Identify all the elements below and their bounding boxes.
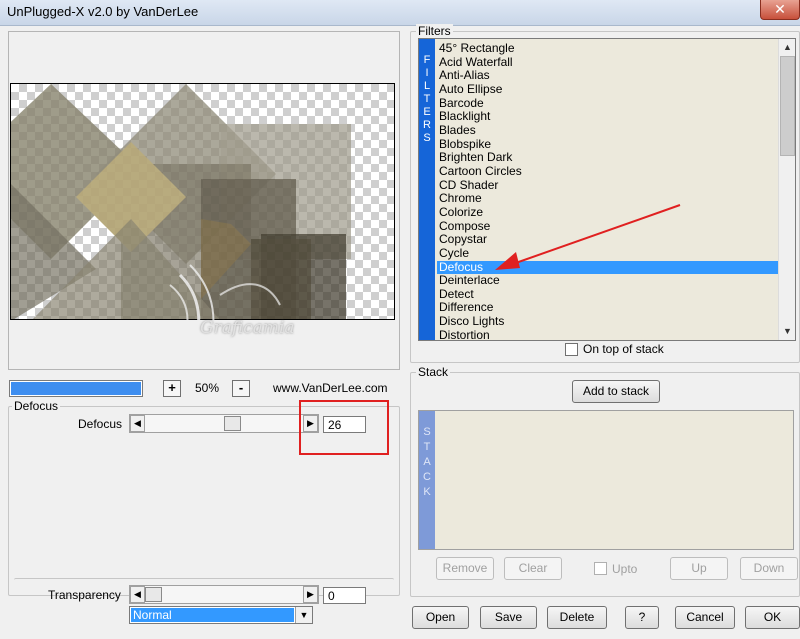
delete-button[interactable]: Delete [547, 606, 607, 629]
side-label-letter: T [423, 441, 431, 453]
filter-items: 45° Rectangle Acid Waterfall Anti-Alias Aut… [437, 41, 778, 343]
filter-item[interactable]: Blacklight [437, 110, 777, 124]
ok-button[interactable]: OK [745, 606, 800, 629]
side-label-letter: I [425, 67, 429, 79]
upto-label: Upto [612, 562, 638, 576]
zoom-in-button[interactable]: + [163, 380, 181, 397]
slider-left-arrow-icon[interactable]: ◀ [130, 586, 145, 603]
on-top-checkbox[interactable] [565, 343, 578, 356]
close-button[interactable]: ✕ [760, 0, 800, 20]
upto-checkbox[interactable] [594, 562, 607, 575]
side-label-letter: S [423, 426, 431, 438]
filter-item[interactable]: Brighten Dark [437, 151, 777, 165]
filter-item[interactable]: Barcode [437, 96, 777, 111]
zoom-level: 50% [194, 381, 220, 395]
transparency-slider[interactable]: ◀ ▶ [129, 585, 319, 604]
defocus-label: Defocus [78, 417, 123, 431]
annotation-highlight-box [299, 400, 389, 455]
filter-item[interactable]: Blobspike [437, 137, 777, 152]
watermark-text: Graficamia [200, 318, 295, 338]
filter-item[interactable]: CD Shader [437, 178, 777, 193]
watermark-logo [169, 264, 281, 361]
side-label-letter: F [423, 54, 431, 66]
filters-scrollbar[interactable]: ▲ ▼ [778, 39, 795, 340]
side-label-letter: A [423, 456, 431, 468]
transparency-label: Transparency [48, 588, 121, 602]
up-button[interactable]: Up [670, 557, 728, 580]
filter-item[interactable]: Detect [437, 287, 777, 302]
slider-left-arrow-icon[interactable]: ◀ [130, 415, 145, 432]
annotation-arrow-icon [495, 204, 681, 270]
help-button[interactable]: ? [625, 606, 659, 629]
filter-item[interactable]: Blades [437, 123, 777, 138]
side-label-letter: T [423, 93, 431, 105]
side-label-letter: C [423, 471, 431, 483]
stack-list[interactable] [418, 410, 794, 550]
save-button[interactable]: Save [480, 606, 537, 629]
stack-group-title: Stack [416, 365, 451, 379]
scroll-down-icon[interactable]: ▼ [779, 323, 796, 340]
side-label-letter: R [423, 119, 431, 131]
filters-group-title: Filters [416, 24, 453, 38]
progress-bar [9, 380, 143, 397]
on-top-label: On top of stack [583, 342, 664, 356]
filter-item[interactable]: Anti-Alias [437, 69, 777, 83]
defocus-slider[interactable]: ◀ ▶ [129, 414, 319, 433]
blend-mode-value: Normal [131, 608, 294, 622]
scrollbar-thumb[interactable] [780, 56, 795, 156]
transparency-slider-thumb[interactable] [145, 587, 162, 602]
window-title: UnPlugged-X v2.0 by VanDerLee [7, 4, 199, 19]
blend-mode-dropdown[interactable]: Normal ▼ [129, 606, 313, 624]
filter-item[interactable]: Cartoon Circles [437, 164, 777, 179]
side-label-letter: L [423, 80, 431, 92]
side-label-letter: S [423, 132, 431, 144]
transparency-value-input[interactable]: 0 [323, 587, 366, 604]
scroll-up-icon[interactable]: ▲ [779, 39, 796, 56]
open-button[interactable]: Open [412, 606, 469, 629]
slider-right-arrow-icon[interactable]: ▶ [303, 586, 318, 603]
add-to-stack-button[interactable]: Add to stack [572, 380, 660, 403]
settings-group-title: Defocus [12, 399, 61, 413]
chevron-down-icon[interactable]: ▼ [295, 607, 312, 623]
filter-item[interactable]: Difference [437, 301, 777, 315]
filters-side-label: FILTERS [419, 39, 435, 340]
side-label-letter: E [423, 106, 431, 118]
title-bar: UnPlugged-X v2.0 by VanDerLee ✕ [0, 0, 800, 26]
stack-side-label: STACK [419, 411, 435, 549]
website-link[interactable]: www.VanDerLee.com [273, 381, 388, 395]
filter-item[interactable]: 45° Rectangle [437, 41, 777, 56]
cancel-button[interactable]: Cancel [675, 606, 735, 629]
filter-item[interactable]: Distortion [437, 328, 777, 343]
filter-item[interactable]: Acid Waterfall [437, 55, 777, 70]
side-label-letter: K [423, 486, 431, 498]
remove-button[interactable]: Remove [436, 557, 494, 580]
filter-item[interactable]: Disco Lights [437, 314, 777, 329]
down-button[interactable]: Down [740, 557, 798, 580]
progress-fill [11, 382, 141, 395]
defocus-slider-thumb[interactable] [223, 416, 241, 431]
clear-button[interactable]: Clear [504, 557, 562, 580]
filter-item[interactable]: Auto Ellipse [437, 82, 777, 97]
zoom-out-button[interactable]: - [232, 380, 250, 397]
